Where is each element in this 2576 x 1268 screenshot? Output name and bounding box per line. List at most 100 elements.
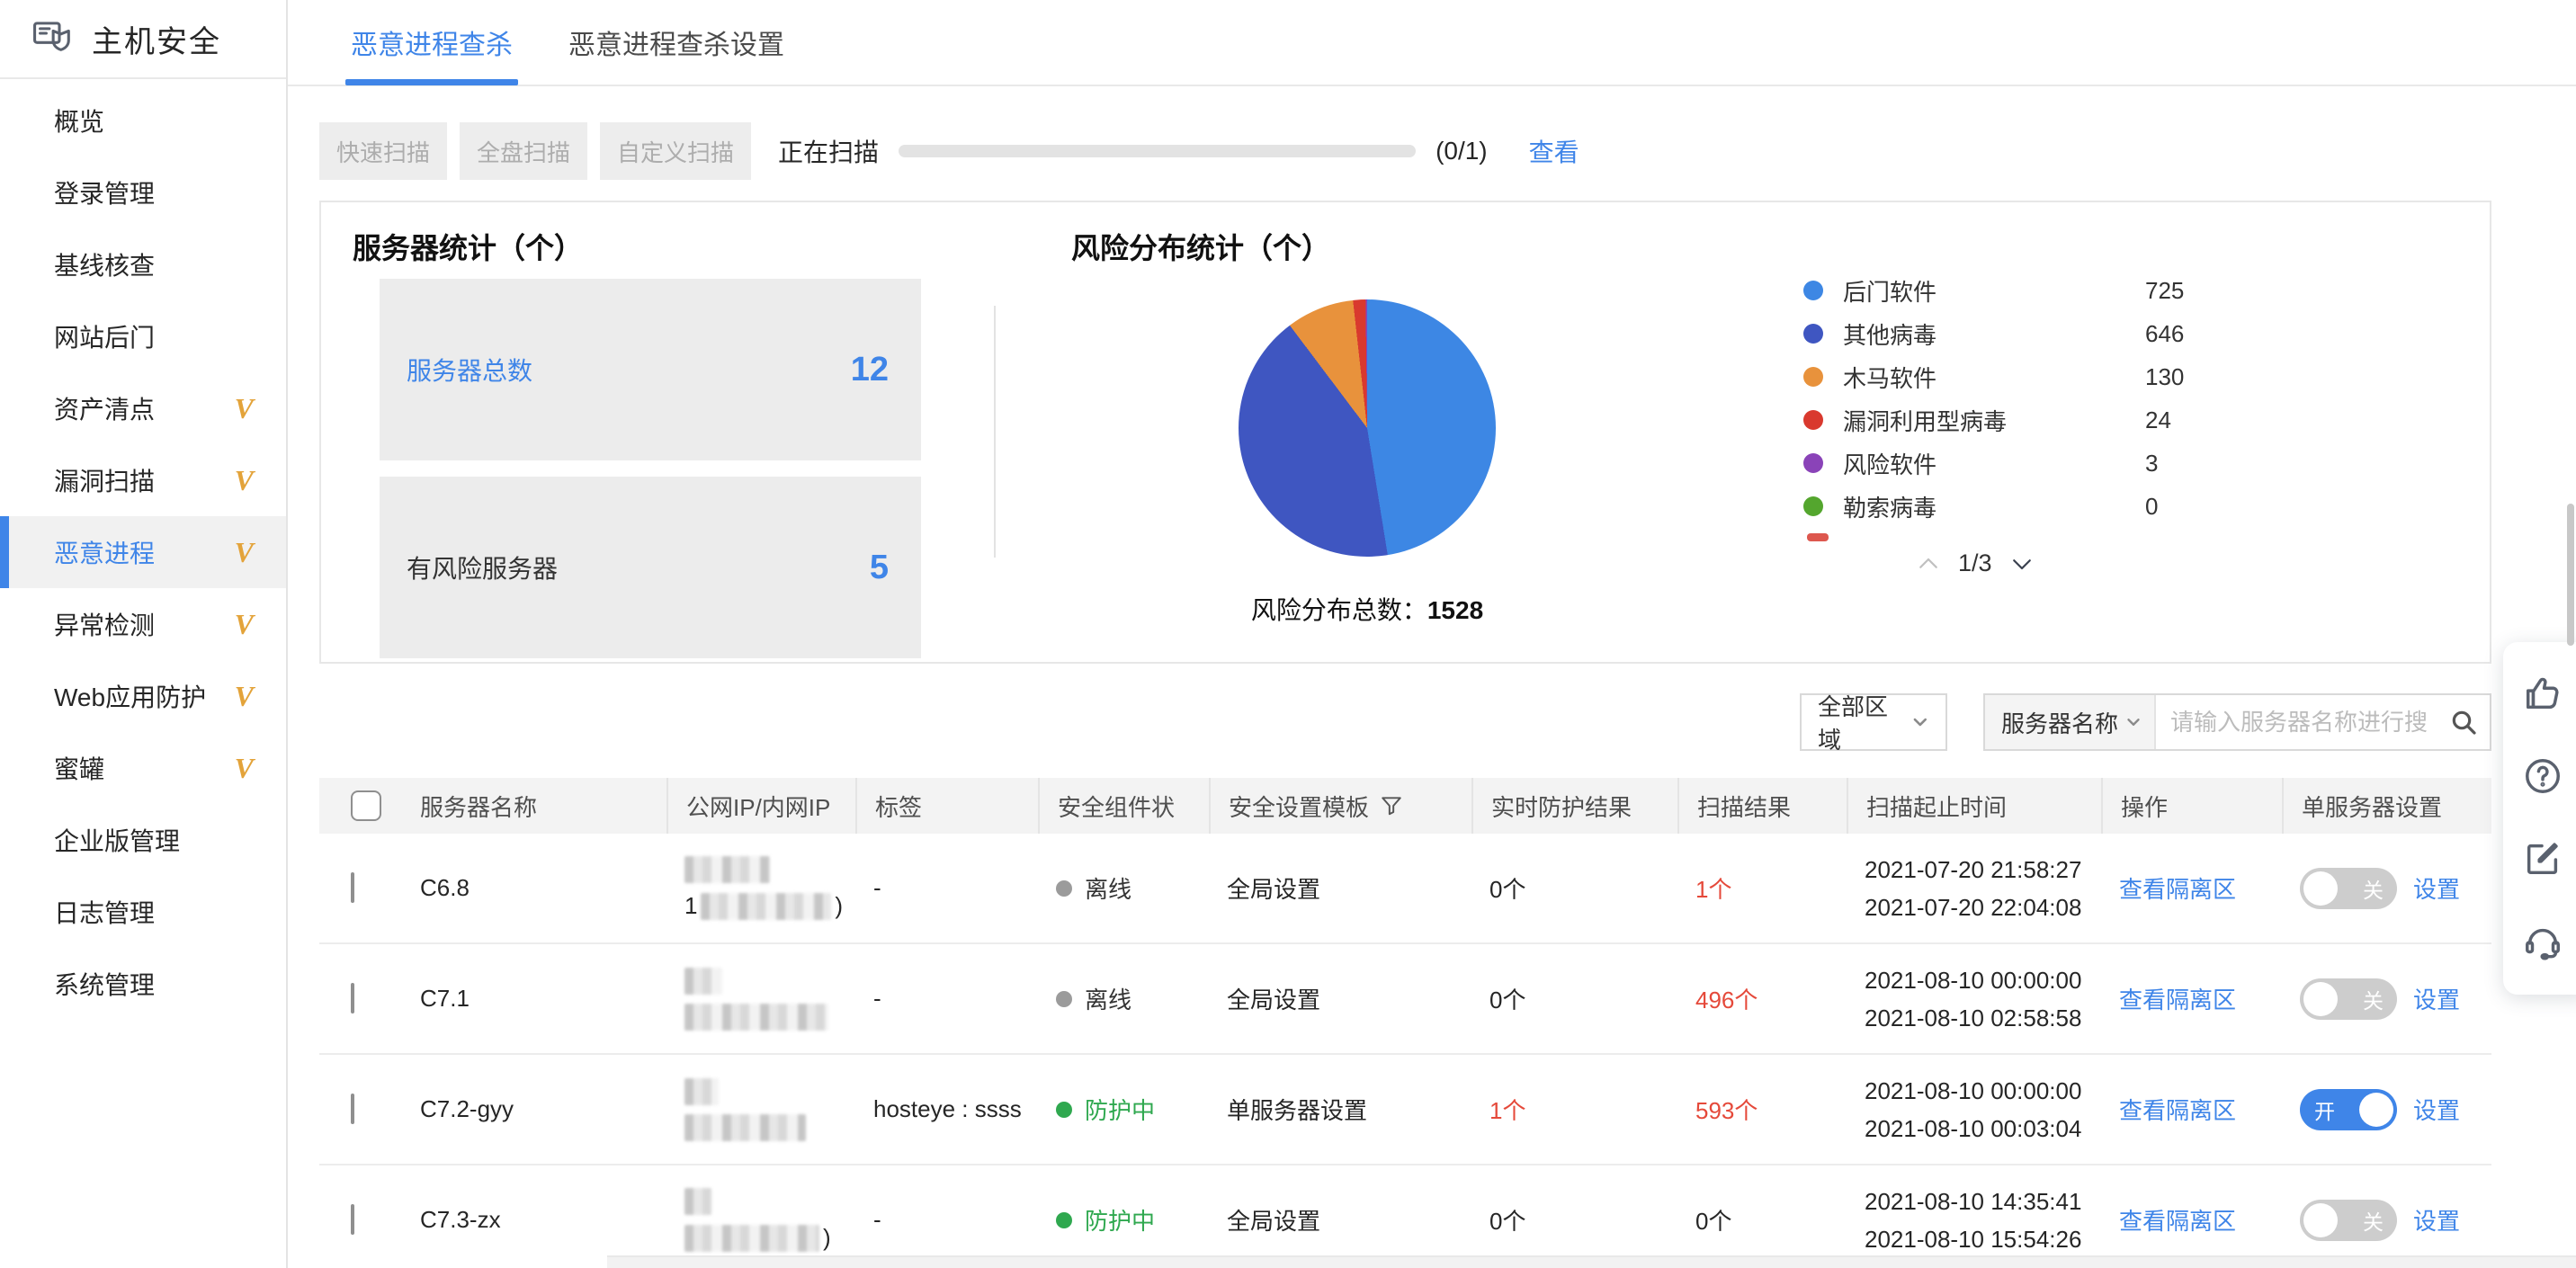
- legend-label: 风险软件: [1843, 451, 1937, 478]
- help-button[interactable]: [2521, 748, 2564, 804]
- sidebar-item-malicious-process[interactable]: 恶意进程 V: [0, 516, 286, 588]
- col-actions: 操作: [2101, 778, 2282, 834]
- legend-label: 木马软件: [1843, 364, 1937, 392]
- ip-fragment: ): [823, 1224, 831, 1251]
- per-server-toggle[interactable]: 开: [2300, 1088, 2397, 1130]
- scan-end-time: 2021-08-10 00:03:04: [1865, 1114, 2082, 1142]
- sidebar-item-login-mgmt[interactable]: 登录管理: [0, 156, 286, 228]
- view-quarantine-link[interactable]: 查看隔离区: [2119, 987, 2236, 1014]
- sidebar-item-label: 概览: [54, 108, 105, 136]
- sidebar-item-overview[interactable]: 概览: [0, 85, 286, 156]
- sidebar-item-label: 登录管理: [54, 180, 156, 208]
- legend-page-down-icon[interactable]: [2008, 550, 2035, 577]
- scan-time-range: 2021-07-20 21:58:27 2021-07-20 22:04:08: [1847, 854, 2101, 923]
- ip-fragment: 1: [684, 892, 698, 919]
- search-field-value: 服务器名称: [2001, 710, 2119, 737]
- vertical-scrollbar-thumb[interactable]: [2567, 504, 2574, 646]
- sidebar-item-log-mgmt[interactable]: 日志管理: [0, 876, 286, 948]
- legend-dot: [1803, 324, 1823, 344]
- legend-dot: [1803, 496, 1823, 516]
- risk-distribution-title: 风险分布统计（个）: [1071, 232, 1331, 264]
- server-ip-redacted: [666, 1077, 855, 1141]
- search-button[interactable]: [2437, 695, 2490, 749]
- sidebar-item-system-mgmt[interactable]: 系统管理: [0, 948, 286, 1020]
- row-checkbox-cell: [319, 872, 420, 903]
- tab-malicious-process-scan-settings[interactable]: 恶意进程查杀设置: [568, 0, 784, 85]
- realtime-result: 0个: [1489, 987, 1526, 1014]
- scan-toolbar: 快速扫描 全盘扫描 自定义扫描 正在扫描 (0/1) 查看: [319, 122, 2491, 180]
- risky-server-label: 有风险服务器: [407, 555, 559, 583]
- per-server-toggle[interactable]: 关: [2300, 1199, 2397, 1241]
- toggle-state-label: 关: [2363, 1210, 2384, 1234]
- security-template: 单服务器设置: [1227, 1097, 1368, 1124]
- server-name: C7.2-gyy: [420, 1095, 514, 1122]
- toggle-state-label: 开: [2314, 1099, 2335, 1123]
- status-dot-protected: [1056, 1101, 1072, 1118]
- row-checkbox[interactable]: [351, 1204, 354, 1235]
- col-label: 安全设置模板: [1229, 793, 1370, 821]
- thumbs-up-icon: [2526, 677, 2559, 710]
- scan-start-time: 2021-08-10 00:00:00: [1865, 966, 2082, 994]
- row-checkbox-cell: [319, 1094, 420, 1124]
- scan-time-range: 2021-08-10 00:00:00 2021-08-10 00:03:04: [1847, 1076, 2101, 1144]
- support-button[interactable]: [2521, 914, 2564, 969]
- legend-item: 其他病毒 646: [1803, 312, 2217, 355]
- sidebar-item-asset-inventory[interactable]: 资产清点 V: [0, 372, 286, 444]
- search-field-select[interactable]: 服务器名称: [1985, 695, 2156, 749]
- sidebar-item-honeypot[interactable]: 蜜罐 V: [0, 732, 286, 804]
- settings-link[interactable]: 设置: [2413, 982, 2460, 1015]
- scan-view-link[interactable]: 查看: [1529, 133, 1579, 169]
- view-quarantine-link[interactable]: 查看隔离区: [2119, 1208, 2236, 1235]
- row-checkbox[interactable]: [351, 1094, 354, 1124]
- server-total-label: 服务器总数: [407, 357, 533, 385]
- agent-status: 防护中: [1038, 1093, 1209, 1126]
- filter-bar: 全部区域 服务器名称: [319, 693, 2491, 754]
- server-tag: -: [873, 1206, 881, 1233]
- sidebar-item-label: Web应用防护: [54, 683, 207, 711]
- per-server-toggle[interactable]: 关: [2300, 978, 2397, 1020]
- quick-scan-button[interactable]: 快速扫描: [319, 122, 448, 180]
- risky-server-card[interactable]: 有风险服务器 5: [380, 477, 921, 658]
- view-quarantine-link[interactable]: 查看隔离区: [2119, 876, 2236, 903]
- settings-link[interactable]: 设置: [2413, 1093, 2460, 1126]
- server-total-card[interactable]: 服务器总数 12: [380, 279, 921, 460]
- select-all-checkbox[interactable]: [351, 790, 381, 821]
- sidebar-item-web-backdoor[interactable]: 网站后门: [0, 300, 286, 372]
- per-server-settings-cell: 关 设置: [2282, 867, 2491, 909]
- sidebar-item-vuln-scan[interactable]: 漏洞扫描 V: [0, 444, 286, 516]
- sidebar-item-baseline-check[interactable]: 基线核查: [0, 228, 286, 300]
- sidebar-item-label: 漏洞扫描: [54, 468, 156, 496]
- agent-status: 防护中: [1038, 1203, 1209, 1237]
- settings-link[interactable]: 设置: [2413, 1203, 2460, 1237]
- app-logo: 主机安全: [0, 0, 286, 79]
- table-row: C7.2-gyy hosteye : ssss 防护中 单服务器设置 1个 59…: [319, 1055, 2491, 1165]
- per-server-toggle[interactable]: 关: [2300, 867, 2397, 909]
- search-input[interactable]: [2156, 695, 2437, 749]
- security-template: 全局设置: [1227, 876, 1321, 903]
- filter-funnel-icon[interactable]: [1380, 794, 1403, 817]
- tab-malicious-process-scan[interactable]: 恶意进程查杀: [345, 0, 518, 85]
- row-checkbox[interactable]: [351, 872, 354, 903]
- host-security-logo-icon: [33, 22, 70, 51]
- scan-start-time: 2021-08-10 00:00:00: [1865, 1076, 2082, 1104]
- row-checkbox[interactable]: [351, 983, 354, 1014]
- full-scan-button[interactable]: 全盘扫描: [460, 122, 588, 180]
- col-agent-status: 安全组件状: [1038, 778, 1209, 834]
- custom-scan-button[interactable]: 自定义扫描: [600, 122, 752, 180]
- legend-page-up-icon[interactable]: [1915, 550, 1942, 577]
- sidebar-item-enterprise-mgmt[interactable]: 企业版管理: [0, 804, 286, 876]
- sidebar-item-web-app-protection[interactable]: Web应用防护 V: [0, 660, 286, 732]
- settings-link[interactable]: 设置: [2413, 871, 2460, 905]
- sidebar-item-badge: V: [234, 751, 254, 784]
- view-quarantine-link[interactable]: 查看隔离区: [2119, 1097, 2236, 1124]
- region-filter-select[interactable]: 全部区域: [1800, 693, 1947, 754]
- feedback-button[interactable]: [2521, 831, 2564, 887]
- sidebar-item-anomaly-detection[interactable]: 异常检测 V: [0, 588, 286, 660]
- server-name: C7.1: [420, 985, 470, 1012]
- scanning-status-label: 正在扫描: [778, 138, 880, 166]
- legend-item: 后门软件 725: [1803, 269, 2217, 312]
- main-content: 恶意进程查杀 恶意进程查杀设置 快速扫描 全盘扫描 自定义扫描 正在扫描 (0/…: [288, 0, 2576, 1268]
- thumbs-up-button[interactable]: [2521, 665, 2564, 721]
- statistics-panel: 服务器统计（个） 服务器总数 12 有风险服务器 5 风险分布统计（个） 风险分…: [319, 201, 2491, 664]
- risk-pie-chart: [1239, 299, 1496, 557]
